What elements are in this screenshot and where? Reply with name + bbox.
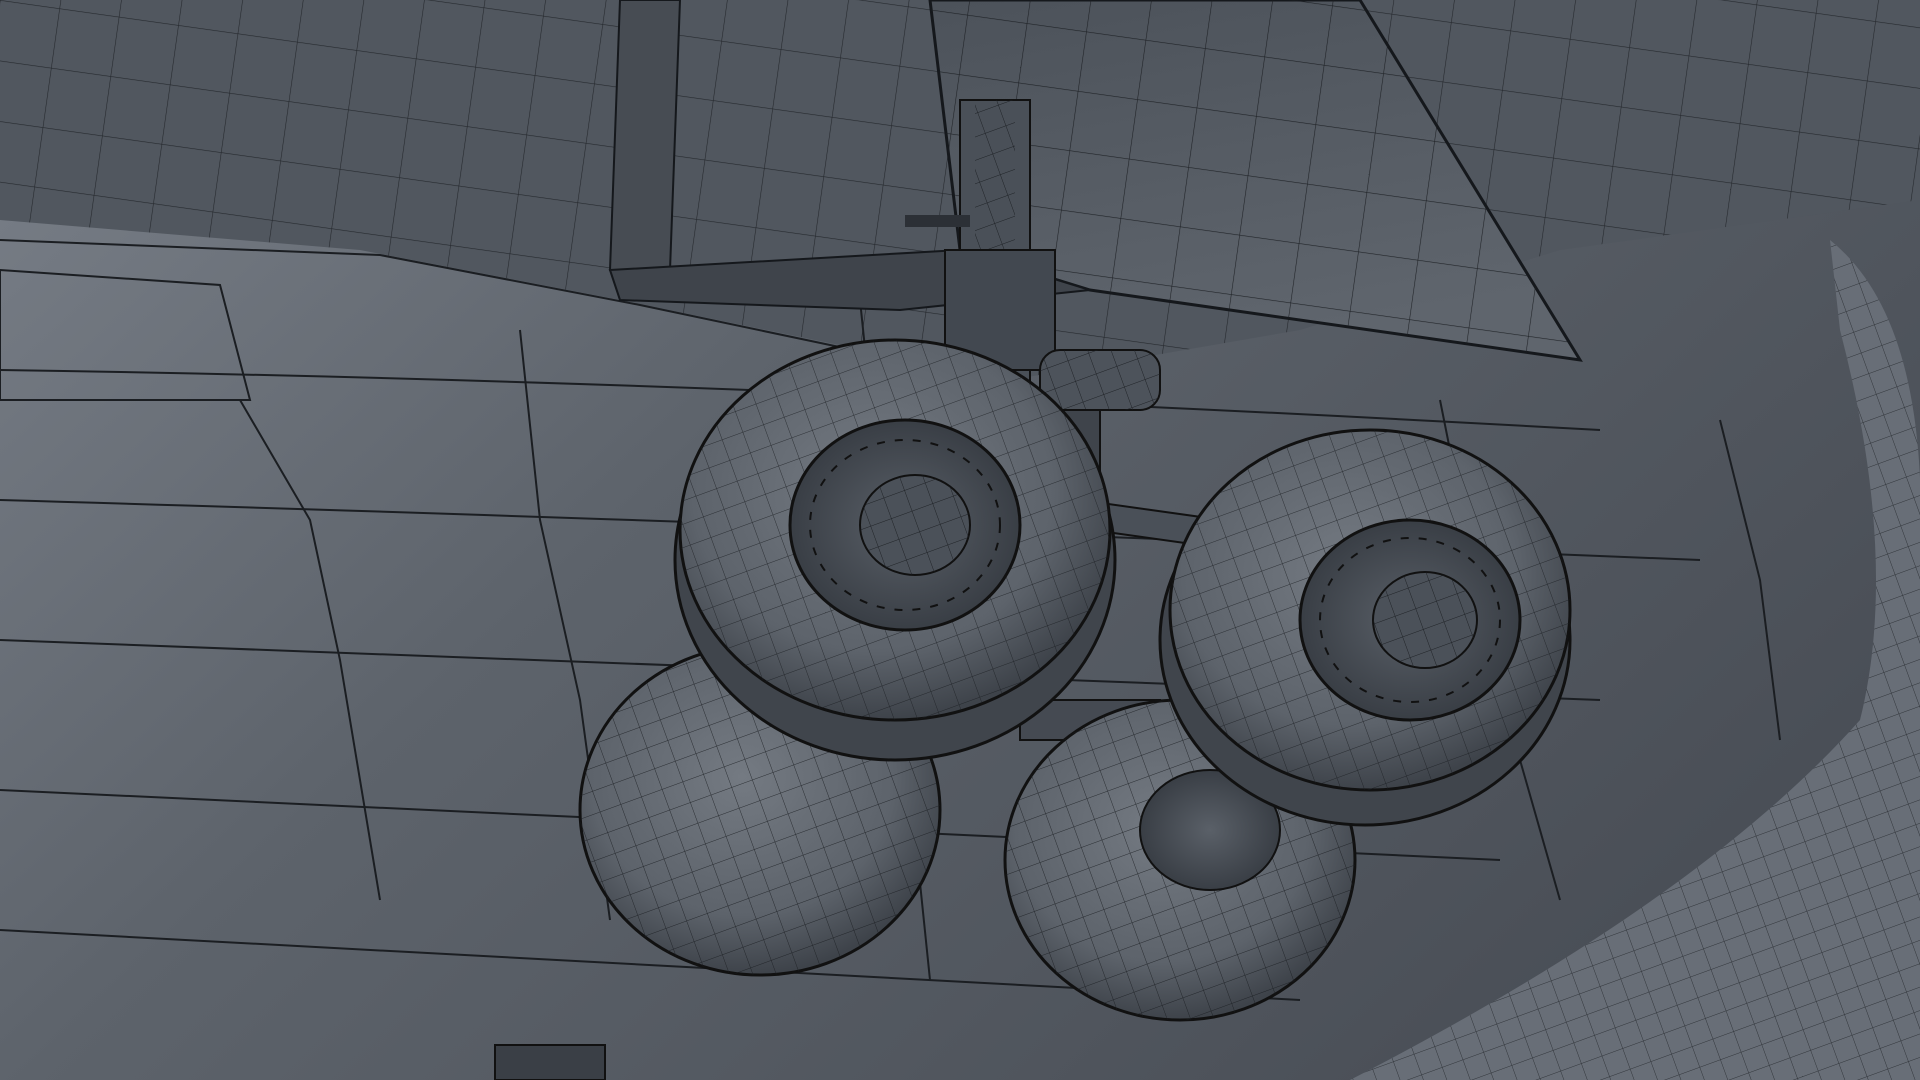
nose-gear-glimpse: [494, 1044, 606, 1080]
3d-viewport[interactable]: [0, 0, 1920, 1080]
wireframe-scene: [0, 0, 1920, 1080]
flap-edge: [608, 0, 682, 271]
wheel-front-right: [1158, 428, 1572, 827]
wheel-front-left: [673, 338, 1117, 762]
